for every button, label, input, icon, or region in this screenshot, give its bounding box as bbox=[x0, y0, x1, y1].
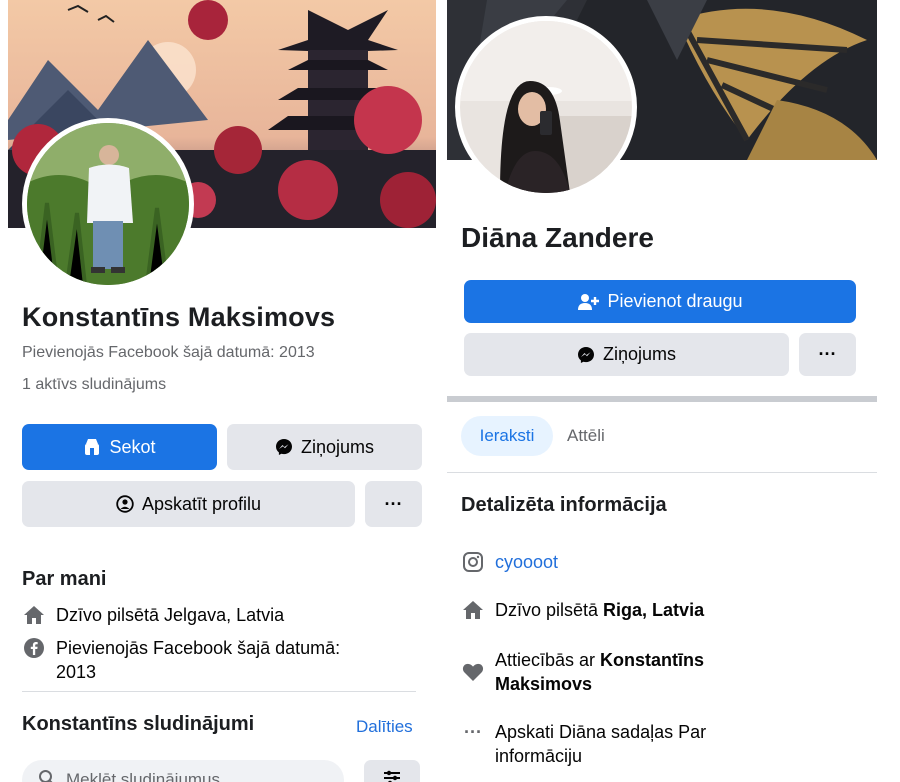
instagram-row[interactable]: cyoooot bbox=[461, 550, 871, 574]
about-link-line-2: informāciju bbox=[495, 746, 583, 766]
search-placeholder: Meklēt sludinājumus bbox=[66, 770, 221, 782]
details-title: Detalizēta informācija bbox=[461, 494, 667, 516]
messenger-icon bbox=[577, 346, 595, 364]
more-dots-icon: ··· bbox=[464, 722, 482, 742]
filter-button[interactable] bbox=[364, 760, 420, 782]
message-label: Ziņojums bbox=[300, 436, 375, 457]
search-input[interactable]: Meklēt sludinājumus bbox=[22, 760, 344, 782]
message-button[interactable]: Ziņojums bbox=[464, 333, 789, 376]
relationship-row: Attiecībās ar Konstantīns Maksimovs bbox=[461, 648, 761, 696]
filter-icon bbox=[382, 769, 402, 782]
about-link-row[interactable]: ··· Apskati Diāna sadaļas Par informācij… bbox=[461, 720, 761, 768]
house-icon bbox=[461, 598, 485, 622]
more-options-button[interactable]: ··· bbox=[799, 333, 856, 376]
tab-photos[interactable]: Attēli bbox=[567, 416, 605, 456]
messenger-icon bbox=[275, 438, 293, 456]
store-icon bbox=[83, 438, 101, 456]
facebook-icon bbox=[22, 636, 46, 660]
message-button[interactable]: Ziņojums bbox=[227, 424, 422, 470]
listings-title: Konstantīns sludinājumi bbox=[22, 713, 255, 735]
more-dots-icon: ··· bbox=[384, 493, 403, 514]
more-dots-icon: ··· bbox=[818, 344, 837, 364]
joined-line-2: 2013 bbox=[56, 662, 97, 682]
lives-in-row: Dzīvo pilsētā Riga, Latvia bbox=[461, 598, 871, 622]
profile-avatar[interactable] bbox=[22, 118, 194, 290]
divider bbox=[22, 691, 416, 692]
message-label: Ziņojums bbox=[602, 344, 677, 364]
instagram-icon bbox=[461, 550, 485, 574]
view-profile-button[interactable]: Apskatīt profilu bbox=[22, 481, 355, 527]
lives-in-city[interactable]: Riga, Latvia bbox=[603, 600, 704, 620]
instagram-link[interactable]: cyoooot bbox=[495, 550, 558, 574]
divider bbox=[447, 472, 877, 473]
about-link-line-1: Apskati Diāna sadaļas Par bbox=[495, 722, 707, 742]
profile-avatar[interactable] bbox=[455, 16, 637, 198]
add-friend-label: Pievienot draugu bbox=[607, 291, 743, 311]
listings-count: 1 aktīvs sludinājums bbox=[22, 376, 167, 393]
more-options-button[interactable]: ··· bbox=[365, 481, 422, 527]
user-circle-icon bbox=[116, 495, 134, 513]
tab-posts[interactable]: Ieraksti bbox=[461, 416, 553, 456]
section-separator bbox=[447, 396, 877, 402]
add-friend-button[interactable]: Pievienot draugu bbox=[464, 280, 856, 323]
view-profile-label: Apskatīt profilu bbox=[141, 493, 262, 514]
joined-text: Pievienojās Facebook šajā datumā: 2013 bbox=[22, 344, 315, 361]
heart-icon bbox=[461, 660, 485, 684]
joined-row: Pievienojās Facebook šajā datumā: 2013 bbox=[22, 636, 422, 684]
relationship-prefix: Attiecībās ar bbox=[495, 650, 601, 670]
left-profile-panel: Konstantīns Maksimovs Pievienojās Facebo… bbox=[8, 0, 436, 782]
lives-in-row: Dzīvo pilsētā Jelgava, Latvia bbox=[22, 603, 422, 627]
right-profile-panel: Diāna Zandere Pievienot draugu Ziņojums … bbox=[447, 0, 877, 782]
follow-button[interactable]: Sekot bbox=[22, 424, 217, 470]
about-title: Par mani bbox=[22, 568, 107, 590]
share-link[interactable]: Dalīties bbox=[356, 717, 413, 737]
profile-name: Diāna Zandere bbox=[461, 222, 654, 253]
add-friend-icon bbox=[577, 293, 600, 311]
follow-label: Sekot bbox=[109, 436, 156, 457]
profile-name: Konstantīns Maksimovs bbox=[22, 302, 336, 332]
joined-line-1: Pievienojās Facebook šajā datumā: bbox=[56, 638, 341, 658]
lives-in-prefix: Dzīvo pilsētā bbox=[495, 600, 604, 620]
house-icon bbox=[22, 603, 46, 627]
lives-in-text: Dzīvo pilsētā Jelgava, Latvia bbox=[56, 605, 285, 625]
search-icon bbox=[38, 769, 56, 782]
